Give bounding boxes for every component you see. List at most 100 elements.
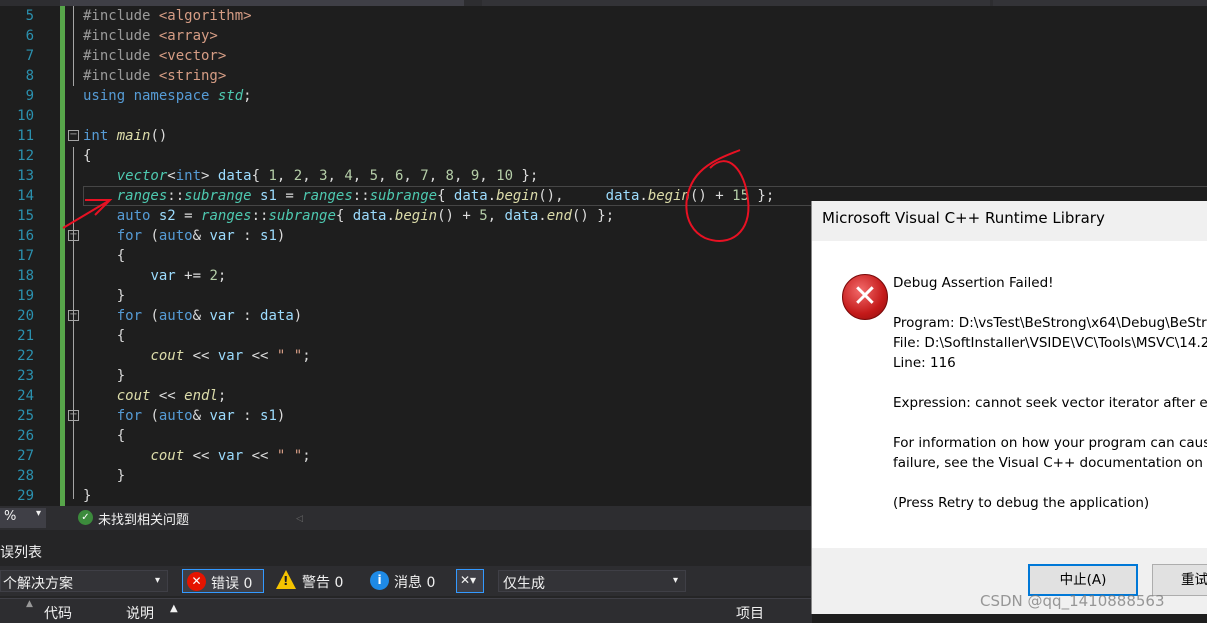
column-header-project[interactable]: 项目	[736, 603, 764, 623]
line-number: 12	[17, 148, 34, 164]
code-line: #include <vector>	[83, 48, 227, 64]
watermark: CSDN @qq_1410888563	[980, 592, 1165, 610]
dialog-title: Microsoft Visual C++ Runtime Library	[822, 209, 1105, 227]
build-filter-value: 仅生成	[503, 576, 545, 592]
line-number: 13	[17, 168, 34, 184]
column-headers: ▲ 代码 说明 ▲ 项目	[0, 598, 812, 623]
code-line: using namespace std;	[83, 88, 252, 104]
line-number: 10	[17, 108, 34, 124]
code-line: {	[83, 428, 126, 444]
code-line: vector<int> data{ 1, 2, 3, 4, 5, 6, 7, 8…	[116, 168, 539, 184]
code-line: {	[83, 328, 126, 344]
line-number: 19	[17, 288, 34, 304]
line-number-info: Line: 116	[893, 355, 956, 371]
code-line: for (auto& var : data)	[116, 308, 303, 324]
line-number: 22	[17, 348, 34, 364]
scroll-left-icon[interactable]: ◁	[296, 514, 303, 524]
dialog-body: ✕ Debug Assertion Failed! Program: D:\vs…	[812, 241, 1207, 548]
line-number: 16	[17, 228, 34, 244]
sort-ascending-icon: ▲	[170, 603, 178, 614]
collapse-toggle[interactable]: −	[68, 230, 79, 241]
code-line: ranges::subrange s1 = ranges::subrange{ …	[116, 188, 775, 204]
code-line: {	[83, 148, 92, 164]
code-line: int main()	[83, 128, 168, 144]
errors-count: 错误 0	[211, 576, 253, 592]
scope-value: 个解决方案	[3, 576, 73, 592]
code-line: }	[83, 288, 126, 304]
error-list-toolbar: 个解决方案 ▾ ✕ 错误 0 ! 警告 0 i 消息 0 ✕▾ 仅生成 ▾	[0, 566, 812, 596]
line-number: 11	[17, 128, 34, 144]
line-number: 15	[17, 208, 34, 224]
build-filter-select[interactable]: 仅生成 ▾	[498, 570, 686, 592]
scope-select[interactable]: 个解决方案 ▾	[0, 570, 168, 592]
scope-dropdown[interactable]	[482, 0, 990, 6]
line-number: 17	[17, 248, 34, 264]
member-dropdown[interactable]	[993, 0, 1207, 6]
chevron-down-icon: ▾	[155, 575, 161, 586]
line-number: 26	[17, 428, 34, 444]
error-list-panel: 误列表 个解决方案 ▾ ✕ 错误 0 ! 警告 0 i 消息 0 ✕▾ 仅生成 …	[0, 530, 812, 623]
change-tracking-bar	[60, 6, 65, 506]
error-icon: ✕	[842, 274, 888, 320]
column-header-code[interactable]: 代码	[44, 603, 72, 623]
collapse-toggle[interactable]: −	[68, 310, 79, 321]
filter-icon: ✕▾	[460, 573, 477, 587]
code-line: cout << endl;	[116, 388, 227, 404]
line-number: 9	[25, 88, 34, 104]
fold-guide	[73, 147, 74, 499]
check-icon: ✓	[78, 510, 93, 525]
expression-text: Expression: cannot seek vector iterator …	[893, 395, 1207, 411]
line-number: 24	[17, 388, 34, 404]
collapse-toggle[interactable]: −	[68, 410, 79, 421]
zoom-level: %	[4, 509, 17, 524]
code-line: #include <array>	[83, 28, 218, 44]
info-icon: i	[370, 571, 389, 590]
code-line: for (auto& var : s1)	[116, 408, 286, 424]
code-line: }	[83, 468, 126, 484]
code-line: auto s2 = ranges::subrange{ data.begin()…	[116, 208, 615, 224]
assertion-heading: Debug Assertion Failed!	[893, 275, 1054, 291]
column-header-description[interactable]: 说明	[126, 603, 154, 623]
info-text-1: For information on how your program can …	[893, 435, 1207, 451]
retry-hint: (Press Retry to debug the application)	[893, 495, 1150, 511]
line-number: 14	[17, 188, 34, 204]
line-number: 27	[17, 448, 34, 464]
messages-filter-button[interactable]: i 消息 0	[366, 569, 448, 593]
status-bar: % ▾ ✓ 未找到相关问题 ◁	[0, 506, 812, 530]
issues-status[interactable]: 未找到相关问题	[98, 509, 189, 528]
collapse-toggle[interactable]: −	[68, 130, 79, 141]
line-number: 7	[25, 48, 34, 64]
code-line: cout << var << " ";	[150, 448, 311, 464]
line-number: 5	[25, 8, 34, 24]
warnings-count: 警告 0	[302, 575, 344, 591]
line-number: 23	[17, 368, 34, 384]
file-path: File: D:\SoftInstaller\VSIDE\VC\Tools\MS…	[893, 335, 1207, 351]
assertion-dialog: Microsoft Visual C++ Runtime Library ✕ D…	[812, 201, 1207, 614]
program-path: Program: D:\vsTest\BeStrong\x64\Debug\Be…	[893, 315, 1207, 331]
code-line: cout << var << " ";	[150, 348, 311, 364]
fold-guide	[73, 6, 74, 86]
sort-indicator: ▲	[26, 599, 33, 609]
messages-count: 消息 0	[394, 575, 436, 591]
line-number: 18	[17, 268, 34, 284]
code-line: #include <string>	[83, 68, 227, 84]
code-line: #include <algorithm>	[83, 8, 252, 24]
warning-icon: !	[276, 570, 296, 589]
errors-filter-button[interactable]: ✕ 错误 0	[182, 569, 264, 593]
clear-filter-button[interactable]: ✕▾	[456, 569, 484, 593]
line-number: 28	[17, 468, 34, 484]
error-icon: ✕	[187, 572, 206, 591]
line-number: 8	[25, 68, 34, 84]
line-number: 20	[17, 308, 34, 324]
line-number: 6	[25, 28, 34, 44]
warnings-filter-button[interactable]: ! 警告 0	[274, 569, 356, 593]
code-line: }	[83, 368, 126, 384]
code-line: for (auto& var : s1)	[116, 228, 286, 244]
code-line: }	[83, 488, 92, 504]
line-number: 29	[17, 488, 34, 504]
line-number: 25	[17, 408, 34, 424]
zoom-dropdown[interactable]: % ▾	[0, 508, 46, 528]
panel-title: 误列表	[0, 545, 42, 561]
info-text-2: failure, see the Visual C++ documentatio…	[893, 455, 1207, 471]
line-number: 21	[17, 328, 34, 344]
